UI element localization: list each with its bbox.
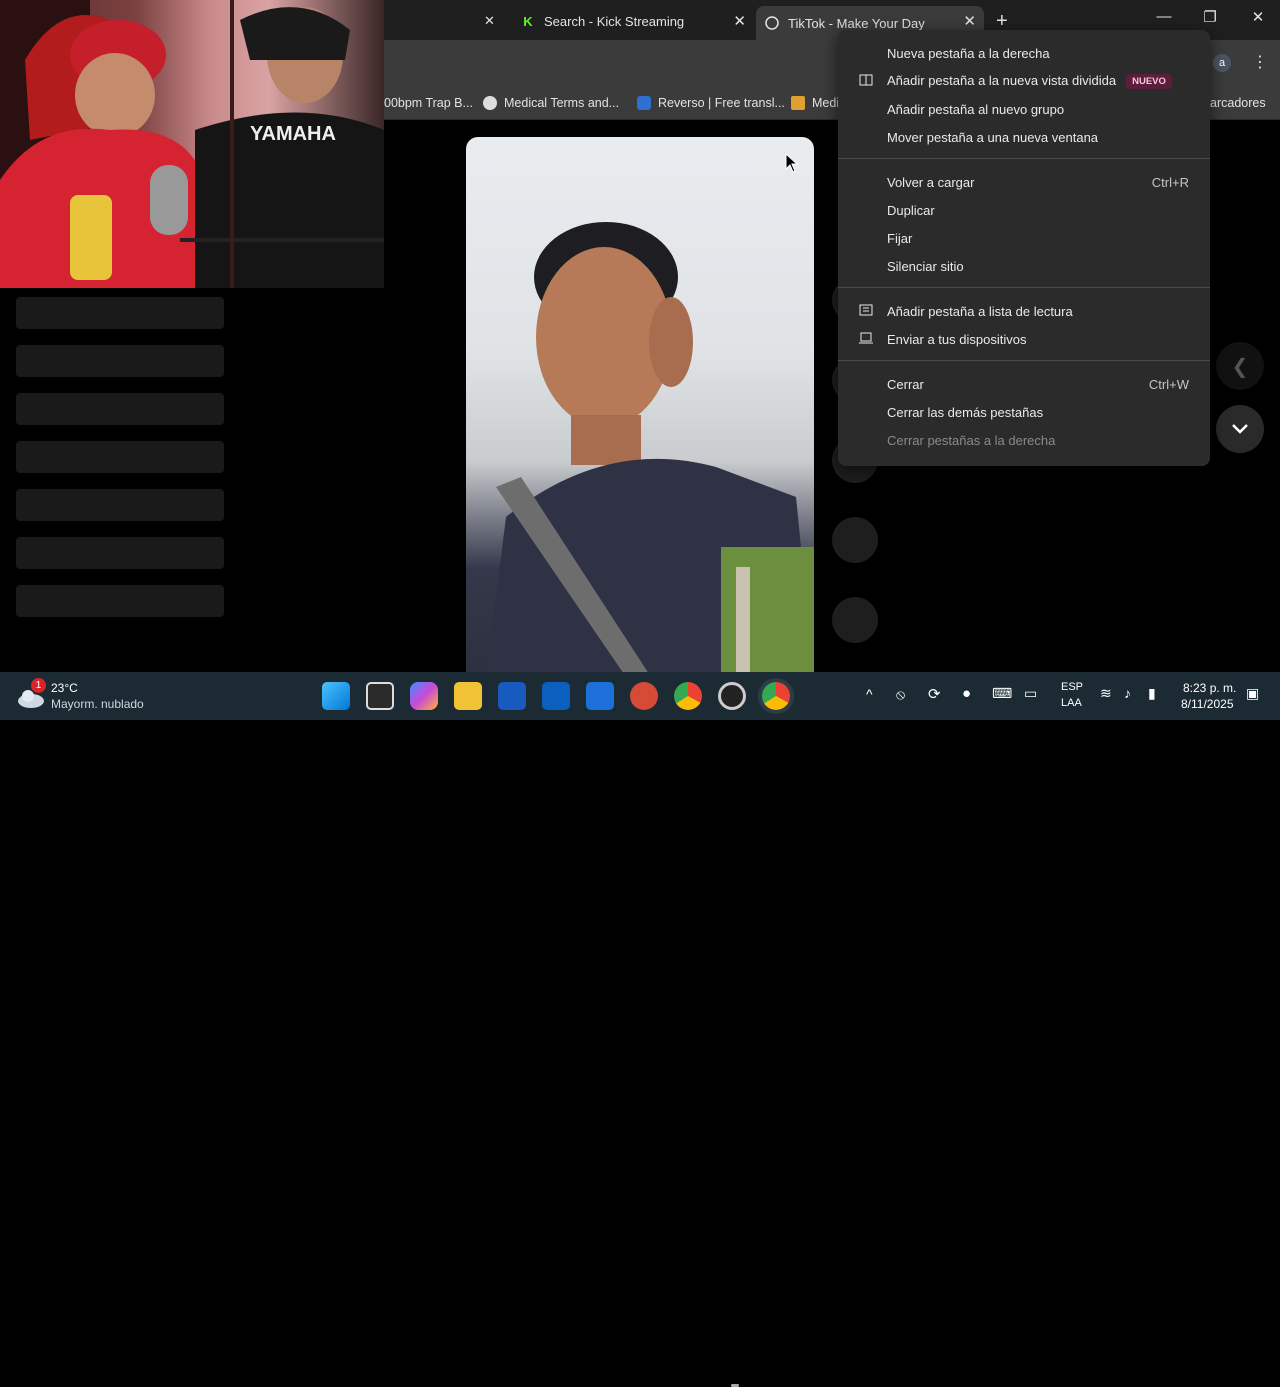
chevron-up-icon: ❮ — [1231, 355, 1249, 378]
close-icon[interactable]: ✕ — [963, 12, 976, 30]
wifi-icon[interactable]: ≋ — [1100, 685, 1112, 702]
menu-item-mute-site[interactable]: Silenciar sitio — [838, 252, 1210, 280]
notification-icon[interactable]: ▣ — [1246, 685, 1259, 702]
profile-avatar[interactable]: a — [1213, 54, 1231, 72]
reverso-icon — [637, 96, 651, 110]
calendar-icon[interactable] — [586, 682, 614, 710]
tiktok-icon — [764, 15, 780, 31]
webcam-image: YAMAHA — [0, 0, 384, 288]
menu-item-move-window[interactable]: Mover pestaña a una nueva ventana — [838, 123, 1210, 151]
skeleton-item — [16, 441, 224, 473]
task-view-icon[interactable] — [366, 682, 394, 710]
menu-separator — [838, 158, 1210, 159]
mouse-cursor-icon — [785, 153, 799, 173]
prev-video-button[interactable]: ❮ — [1216, 342, 1264, 390]
svg-text:YAMAHA: YAMAHA — [250, 123, 336, 145]
tab-title: TikTok - Make Your Day — [788, 15, 925, 31]
skeleton-item — [16, 585, 224, 617]
word-icon[interactable] — [498, 682, 526, 710]
video-player[interactable] — [466, 137, 814, 677]
new-badge: NUEVO — [1126, 74, 1172, 90]
menu-item-new-group[interactable]: Añadir pestaña al nuevo grupo — [838, 95, 1210, 123]
kick-icon: K — [523, 13, 533, 29]
action-placeholder — [832, 517, 878, 563]
start-button-icon[interactable] — [322, 682, 350, 710]
menu-separator — [838, 360, 1210, 361]
taskbar: 1 23°C Mayorm. nublado ^ ⦸ ⟳ ● ⌨ ▭ ESP L… — [0, 672, 1280, 1387]
menu-item-close-right: Cerrar pestañas a la derecha — [887, 432, 1056, 448]
skeleton-item — [16, 297, 224, 329]
clock-date[interactable]: 8/11/2025 — [1181, 697, 1234, 711]
bookmark-favicon-icon — [483, 96, 497, 110]
close-window-button[interactable]: ✕ — [1246, 8, 1270, 26]
close-icon[interactable]: ✕ — [733, 12, 746, 30]
bookmark-item[interactable]: Medical Terms and... — [483, 92, 619, 114]
powerpoint-icon[interactable] — [630, 682, 658, 710]
tab-title: Search - Kick Streaming — [544, 13, 685, 29]
skeleton-item — [16, 345, 224, 377]
restore-button[interactable]: ❐ — [1198, 8, 1222, 26]
skeleton-item — [16, 537, 224, 569]
menu-item-reading-list[interactable]: Añadir pestaña a lista de lectura — [838, 297, 1210, 325]
weather-desc: Mayorm. nublado — [51, 697, 144, 711]
keyboard-icon[interactable]: ⌨ — [992, 685, 1012, 702]
menu-separator — [838, 287, 1210, 288]
microphone-icon[interactable]: ● — [962, 685, 971, 702]
chrome-icon[interactable] — [674, 682, 702, 710]
devices-icon — [859, 331, 875, 347]
menu-item-send-devices[interactable]: Enviar a tus dispositivos — [838, 325, 1210, 353]
all-bookmarks-button[interactable]: arcadores — [1210, 92, 1266, 114]
skeleton-item — [16, 489, 224, 521]
file-explorer-icon[interactable] — [454, 682, 482, 710]
next-video-button[interactable] — [1216, 405, 1264, 453]
sync-icon[interactable]: ⟳ — [928, 685, 941, 703]
obs-icon[interactable] — [718, 682, 746, 710]
bluetooth-off-icon[interactable]: ⦸ — [896, 686, 905, 703]
bookmark-item[interactable]: Reverso | Free transl... — [637, 92, 785, 114]
bookmark-item[interactable]: 00bpm Trap B... — [384, 92, 473, 114]
skeleton-item — [16, 393, 224, 425]
clock-time[interactable]: 8:23 p. m. — [1183, 681, 1236, 695]
tab-close-prev[interactable]: ✕ — [484, 6, 504, 36]
chrome-active-icon[interactable] — [762, 682, 790, 710]
video-frame-image — [486, 222, 814, 677]
tab-context-menu: Nueva pestaña a la derecha Añadir pestañ… — [838, 30, 1210, 466]
menu-item-close[interactable]: Cerrar Ctrl+W — [838, 370, 1210, 398]
chevron-down-icon — [1232, 424, 1248, 434]
menu-item-pin[interactable]: Fijar — [838, 224, 1210, 252]
menu-kebab-icon[interactable]: ⋮ — [1252, 52, 1268, 72]
webcam-overlay: YAMAHA — [0, 0, 384, 288]
split-view-icon — [859, 73, 875, 89]
minimize-button[interactable]: — — [1152, 8, 1176, 25]
weather-temp: 23°C — [51, 681, 78, 695]
lang-layout[interactable]: LAA — [1061, 697, 1082, 709]
action-placeholder — [832, 597, 878, 643]
menu-item-close-others[interactable]: Cerrar las demás pestañas — [838, 398, 1210, 426]
volume-icon[interactable]: ♪ — [1124, 685, 1131, 701]
menu-item-reload[interactable]: Volver a cargar Ctrl+R — [838, 168, 1210, 196]
tab-kick[interactable]: K Search - Kick Streaming ✕ — [520, 6, 750, 36]
chevron-up-icon[interactable]: ^ — [866, 686, 873, 702]
battery-icon[interactable]: ▮ — [1148, 685, 1156, 702]
bookmark-item[interactable]: Medi — [791, 92, 839, 114]
menu-item-split-view[interactable]: Añadir pestaña a la nueva vista dividida… — [838, 67, 1210, 95]
menu-item-duplicate[interactable]: Duplicar — [838, 196, 1210, 224]
weather-widget[interactable]: 1 23°C Mayorm. nublado — [16, 678, 166, 714]
reading-list-icon — [859, 303, 875, 319]
store-icon[interactable] — [542, 682, 570, 710]
bookmark-favicon-icon — [791, 96, 805, 110]
copilot-icon[interactable] — [410, 682, 438, 710]
lang-code[interactable]: ESP — [1061, 681, 1083, 693]
display-icon[interactable]: ▭ — [1024, 685, 1037, 702]
alert-badge: 1 — [31, 678, 46, 693]
menu-item-new-tab-right[interactable]: Nueva pestaña a la derecha — [838, 39, 1210, 67]
